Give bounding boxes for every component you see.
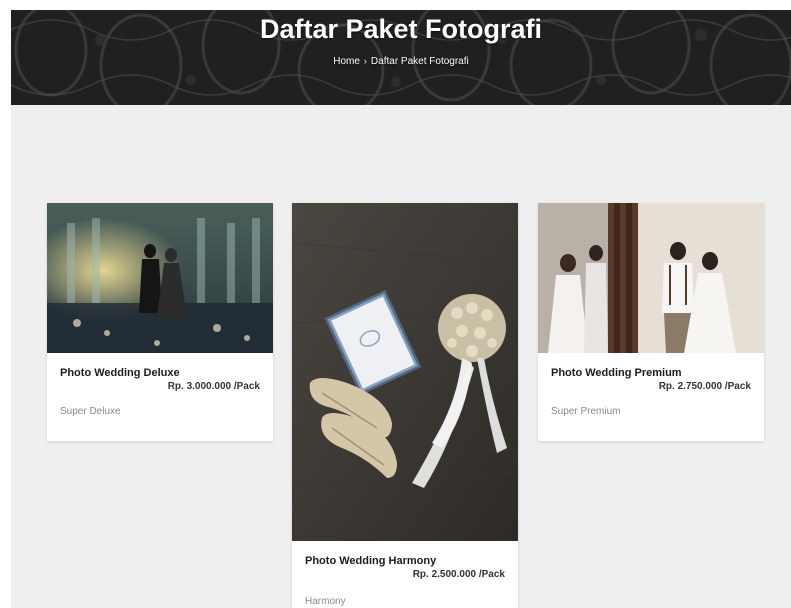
page-hero-banner: Daftar Paket Fotografi Home › Daftar Paket… <box>11 10 791 105</box>
wedding-couple-stage-photo[interactable] <box>47 203 273 353</box>
package-list-section: Photo Wedding Deluxe Rp. 3.000.000 /Pack… <box>11 105 791 608</box>
bridal-shoes-bouquet-photo[interactable] <box>292 203 518 541</box>
page-title: Daftar Paket Fotografi <box>259 14 543 44</box>
package-category: Harmony <box>305 596 346 607</box>
breadcrumb-separator-icon: › <box>363 56 367 66</box>
package-card-premium[interactable]: Photo Wedding Premium Rp. 2.750.000 /Pac… <box>538 203 764 441</box>
breadcrumb-current: Daftar Paket Fotografi <box>370 56 469 67</box>
package-category: Super Premium <box>551 406 621 417</box>
package-card-deluxe[interactable]: Photo Wedding Deluxe Rp. 3.000.000 /Pack… <box>47 203 273 441</box>
package-name[interactable]: Photo Wedding Deluxe <box>60 367 180 379</box>
breadcrumb: Home › Daftar Paket Fotografi <box>11 56 791 67</box>
package-name[interactable]: Photo Wedding Harmony <box>305 555 436 567</box>
package-price: Rp. 2.500.000 /Pack <box>412 569 505 580</box>
package-name[interactable]: Photo Wedding Premium <box>551 367 682 379</box>
package-category: Super Deluxe <box>60 406 121 417</box>
package-card-harmony[interactable]: Photo Wedding Harmony Rp. 2.500.000 /Pac… <box>292 203 518 608</box>
package-price: Rp. 2.750.000 /Pack <box>658 381 751 392</box>
breadcrumb-home-link[interactable]: Home <box>333 56 360 67</box>
couple-by-window-photo[interactable] <box>538 203 764 353</box>
package-price: Rp. 3.000.000 /Pack <box>167 381 260 392</box>
